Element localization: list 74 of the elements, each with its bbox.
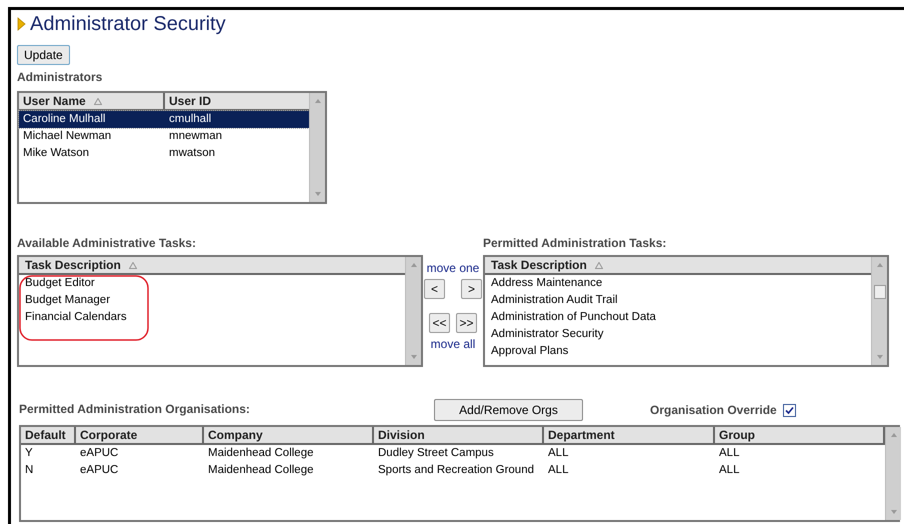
table-cell-text: eAPUC — [79, 446, 120, 461]
table-cell-text: Maidenhead College — [207, 462, 314, 478]
column-header[interactable]: Corporate — [76, 427, 204, 443]
page-title: Administrator Security — [30, 12, 226, 37]
task-item[interactable]: Financial Calendars — [19, 309, 405, 326]
move-button[interactable]: << — [429, 313, 450, 333]
table-cell-text: Y — [24, 446, 34, 461]
table-cell-text: mwatson — [168, 146, 216, 161]
override-label: Organisation Override — [650, 402, 777, 419]
section-label: Administrators — [17, 69, 104, 86]
move-button[interactable]: < — [424, 279, 445, 299]
scrollbar[interactable] — [309, 93, 325, 202]
check-icon — [784, 406, 794, 414]
column-header[interactable]: User ID — [165, 93, 309, 109]
section-label: Available Administrative Tasks: — [17, 235, 197, 252]
scroll-up-icon[interactable] — [314, 97, 322, 105]
task-item[interactable]: Budget Editor — [19, 275, 405, 292]
table-cell-text: ALL — [547, 462, 570, 478]
move-button[interactable]: > — [461, 279, 482, 299]
table-row[interactable]: Caroline Mulhall cmulhall — [19, 111, 309, 128]
table-cell-text: Sports and Recreation Ground — [377, 462, 535, 478]
scrollbar[interactable] — [405, 257, 421, 365]
section-label: Permitted Administration Organisations: — [19, 401, 251, 418]
table-cell-text: Mike Watson — [22, 146, 90, 161]
table-cell-text: Maidenhead College — [207, 446, 314, 461]
task-item[interactable]: Administration Audit Trail — [485, 292, 871, 309]
column-header[interactable]: Task Description — [19, 257, 405, 275]
scroll-down-icon[interactable] — [876, 353, 884, 361]
table-row[interactable]: Michael Newman mnewman — [19, 128, 309, 145]
scroll-thumb[interactable] — [874, 285, 886, 299]
add-remove-orgs-button[interactable]: Add/Remove Orgs — [434, 399, 583, 421]
update-button[interactable]: Update — [17, 45, 70, 65]
scroll-up-icon[interactable] — [890, 431, 898, 439]
column-title: User Name — [23, 93, 86, 110]
task-item[interactable]: Administrator Security — [485, 326, 871, 343]
section-label: Permitted Administration Tasks: — [483, 235, 668, 252]
sort-arrow-icon — [94, 98, 102, 104]
table-row[interactable]: Mike Watson mwatson — [19, 145, 309, 162]
column-header[interactable]: Company — [204, 427, 374, 443]
table-cell-text: Dudley Street Campus — [377, 446, 495, 461]
table-cell-text: cmulhall — [168, 112, 212, 127]
move-one-label: move one — [426, 260, 480, 277]
move-all-label: move all — [430, 336, 476, 353]
table-cell-text: eAPUC — [79, 462, 120, 478]
column-header[interactable]: Department — [544, 427, 715, 443]
table-cell-text: Caroline Mulhall — [22, 112, 106, 127]
task-item[interactable]: Approval Plans — [485, 343, 871, 360]
column-title: Task Description — [491, 257, 587, 274]
column-header[interactable]: Default — [21, 427, 76, 443]
table-cell-text: ALL — [718, 446, 740, 461]
scrollbar[interactable] — [871, 257, 887, 365]
scroll-down-icon[interactable] — [314, 190, 322, 198]
scrollbar[interactable] — [885, 427, 901, 520]
scroll-down-icon[interactable] — [410, 353, 418, 361]
scroll-up-icon[interactable] — [410, 261, 418, 269]
column-title: User ID — [169, 93, 212, 110]
move-button[interactable]: >> — [456, 313, 477, 333]
task-item[interactable]: Administration of Punchout Data — [485, 309, 871, 326]
triangle-icon — [17, 17, 26, 31]
task-item[interactable]: Budget Manager — [19, 292, 405, 309]
table-cell-text: N — [24, 462, 34, 478]
scroll-down-icon[interactable] — [890, 508, 898, 516]
task-item[interactable]: Address Maintenance — [485, 275, 871, 292]
table-cell-text: ALL — [547, 446, 570, 461]
sort-arrow-icon — [128, 262, 137, 268]
column-header[interactable]: Division — [374, 427, 544, 443]
table-cell-text: ALL — [718, 462, 740, 478]
sort-arrow-icon — [594, 262, 603, 268]
scroll-up-icon[interactable] — [876, 261, 884, 269]
override-checkbox[interactable] — [782, 404, 796, 416]
table-cell-text: Michael Newman — [22, 128, 112, 144]
column-header[interactable]: Task Description — [485, 257, 871, 275]
table-cell-text: mnewman — [168, 128, 224, 144]
column-title: Task Description — [25, 257, 121, 274]
